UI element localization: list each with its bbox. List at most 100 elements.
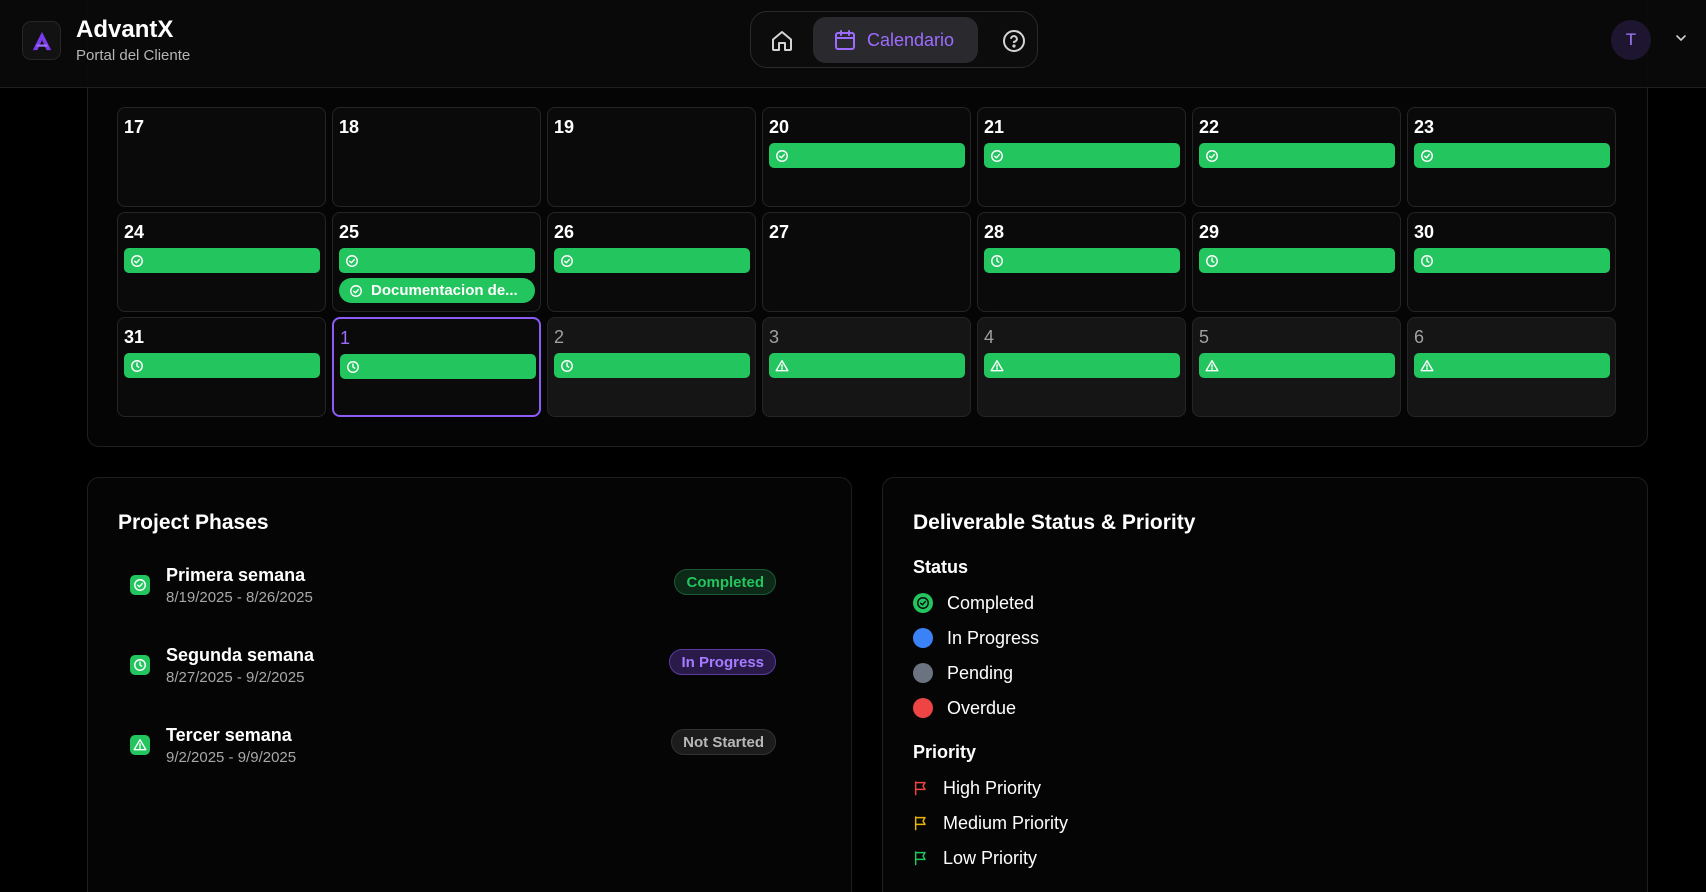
phase-status-badge: In Progress bbox=[669, 649, 776, 675]
phase-status-icon bbox=[130, 575, 150, 595]
calendar-day-17[interactable]: 17 bbox=[117, 107, 326, 207]
calendar-event[interactable]: Documentacion de... bbox=[339, 278, 535, 303]
day-number: 3 bbox=[769, 327, 780, 347]
day-number: 26 bbox=[554, 222, 575, 242]
calendar-event[interactable] bbox=[984, 143, 1180, 168]
calendar-day-26[interactable]: 26 bbox=[547, 212, 756, 312]
help-icon bbox=[1003, 30, 1025, 52]
warning-icon bbox=[133, 739, 147, 751]
calendar-event[interactable] bbox=[984, 248, 1180, 273]
calendar-event[interactable] bbox=[769, 353, 965, 378]
calendar-day-31[interactable]: 31 bbox=[117, 317, 326, 417]
day-number: 29 bbox=[1199, 222, 1220, 242]
warning-icon bbox=[1420, 359, 1434, 371]
calendar-day-6[interactable]: 6 bbox=[1407, 317, 1616, 417]
calendar-day-1[interactable]: 1 bbox=[332, 317, 541, 417]
check-circle-icon bbox=[1421, 149, 1433, 162]
status-color-dot bbox=[913, 628, 933, 648]
app-logo[interactable] bbox=[22, 21, 61, 60]
calendar-day-23[interactable]: 23 bbox=[1407, 107, 1616, 207]
calendar-event[interactable] bbox=[554, 353, 750, 378]
status-color-dot bbox=[913, 663, 933, 683]
calendar-day-3[interactable]: 3 bbox=[762, 317, 971, 417]
calendar-event[interactable] bbox=[339, 248, 535, 273]
phase-status-icon bbox=[130, 735, 150, 755]
calendar-event[interactable] bbox=[124, 248, 320, 273]
clock-icon bbox=[134, 659, 146, 671]
clock-icon bbox=[131, 359, 143, 372]
calendar-day-5[interactable]: 5 bbox=[1192, 317, 1401, 417]
logo-a-icon bbox=[32, 31, 51, 50]
chevron-down-icon[interactable] bbox=[1673, 30, 1689, 46]
calendar-event[interactable] bbox=[1199, 353, 1395, 378]
check-circle-icon bbox=[346, 254, 358, 267]
clock-icon bbox=[991, 254, 1003, 267]
calendar-event[interactable] bbox=[554, 248, 750, 273]
calendar-event[interactable] bbox=[769, 143, 965, 168]
phase-dates: 8/19/2025 - 8/26/2025 bbox=[166, 589, 313, 606]
day-number: 2 bbox=[554, 327, 565, 347]
user-avatar[interactable]: T bbox=[1611, 20, 1651, 60]
priority-legend-label: Low Priority bbox=[943, 847, 1038, 868]
nav-help-button[interactable] bbox=[996, 23, 1032, 59]
day-number: 4 bbox=[984, 327, 995, 347]
home-icon bbox=[772, 31, 792, 51]
calendar-day-24[interactable]: 24 bbox=[117, 212, 326, 312]
calendar-day-29[interactable]: 29 bbox=[1192, 212, 1401, 312]
calendar-day-27[interactable]: 27 bbox=[762, 212, 971, 312]
calendar-day-20[interactable]: 20 bbox=[762, 107, 971, 207]
calendar-day-30[interactable]: 30 bbox=[1407, 212, 1616, 312]
calendar-day-19[interactable]: 19 bbox=[547, 107, 756, 207]
calendar-event[interactable] bbox=[984, 353, 1180, 378]
day-number: 17 bbox=[124, 117, 145, 137]
calendar-day-4[interactable]: 4 bbox=[977, 317, 1186, 417]
check-circle-icon bbox=[917, 597, 929, 609]
calendar-day-18[interactable]: 18 bbox=[332, 107, 541, 207]
phase-status-icon bbox=[130, 655, 150, 675]
check-circle-icon bbox=[561, 254, 573, 267]
day-number: 22 bbox=[1199, 117, 1220, 137]
status-legend-item: Completed bbox=[913, 591, 1034, 615]
calendar-day-28[interactable]: 28 bbox=[977, 212, 1186, 312]
phase-status-badge: Not Started bbox=[671, 729, 776, 755]
priority-legend-label: Medium Priority bbox=[943, 812, 1069, 833]
calendar-event[interactable] bbox=[1414, 143, 1610, 168]
warning-icon bbox=[990, 359, 1004, 371]
calendar-event[interactable] bbox=[124, 353, 320, 378]
phase-dates: 8/27/2025 - 9/2/2025 bbox=[166, 669, 305, 686]
clock-icon bbox=[1206, 254, 1218, 267]
warning-icon bbox=[1205, 359, 1219, 371]
calendar-day-21[interactable]: 21 bbox=[977, 107, 1186, 207]
calendar-event[interactable] bbox=[1199, 248, 1395, 273]
calendar-event[interactable] bbox=[1414, 248, 1610, 273]
day-number: 24 bbox=[124, 222, 145, 242]
nav-calendar-button[interactable]: Calendario bbox=[813, 17, 978, 63]
day-number: 28 bbox=[984, 222, 1005, 242]
calendar-event[interactable] bbox=[340, 354, 536, 379]
calendar-event[interactable] bbox=[1414, 353, 1610, 378]
flag-icon bbox=[914, 851, 926, 866]
project-phases-panel: Project Phases Primera semana 8/19/2025 -… bbox=[87, 477, 852, 892]
calendar-day-2[interactable]: 2 bbox=[547, 317, 756, 417]
priority-legend-item: High Priority bbox=[913, 776, 1041, 800]
day-number: 30 bbox=[1414, 222, 1435, 242]
calendar-day-25[interactable]: 25 Documentacion de... bbox=[332, 212, 541, 312]
day-number: 1 bbox=[340, 328, 351, 348]
status-legend-panel: Deliverable Status & Priority Status Com… bbox=[882, 477, 1648, 892]
day-number: 18 bbox=[339, 117, 360, 137]
day-number: 19 bbox=[554, 117, 575, 137]
calendar-event[interactable] bbox=[1199, 143, 1395, 168]
day-number: 5 bbox=[1199, 327, 1210, 347]
clock-icon bbox=[1421, 254, 1433, 267]
phase-dates: 9/2/2025 - 9/9/2025 bbox=[166, 749, 297, 766]
status-legend-label: Pending bbox=[947, 662, 1014, 683]
day-number: 20 bbox=[769, 117, 790, 137]
phase-item: Tercer semana 9/2/2025 - 9/9/2025 Not Star… bbox=[121, 725, 816, 775]
nav-home-button[interactable] bbox=[764, 23, 800, 59]
brand-subtitle: Portal del Cliente bbox=[76, 47, 191, 64]
check-circle-icon bbox=[776, 149, 788, 162]
calendar-day-22[interactable]: 22 bbox=[1192, 107, 1401, 207]
phase-status-badge: Completed bbox=[674, 569, 776, 595]
phase-name: Segunda semana bbox=[166, 645, 315, 665]
day-number: 31 bbox=[124, 327, 145, 347]
